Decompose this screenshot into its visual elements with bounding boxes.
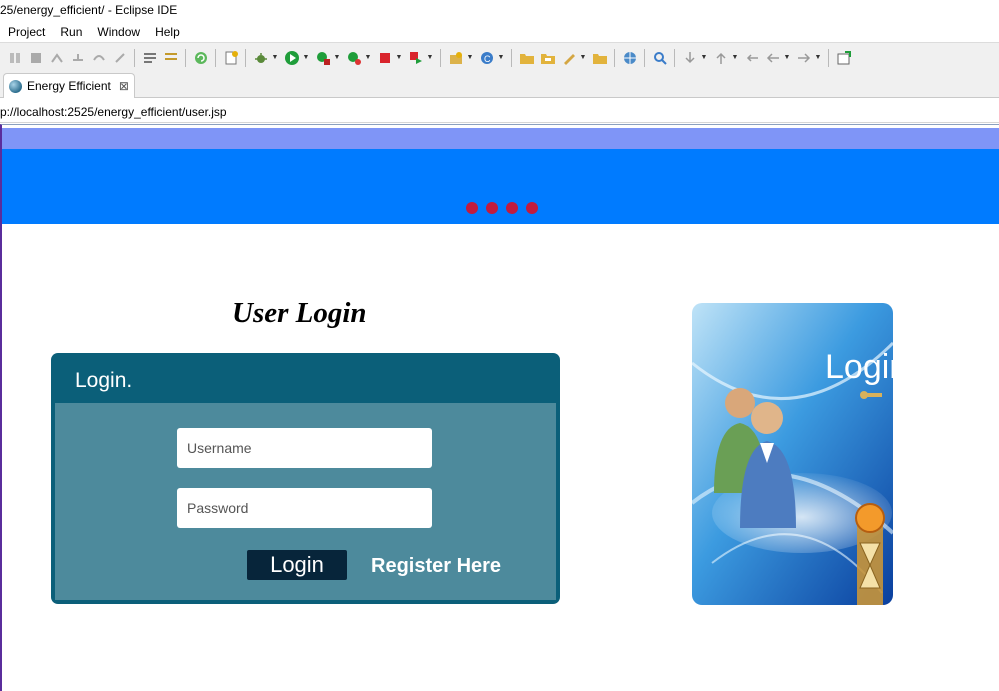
stop-server-dropdown-icon[interactable]: ▼ [395, 49, 403, 66]
toolbar: ▼ ▼ ▼ ▼ ▼ ▼ ▼ C ▼ ▼ ▼ ▼ ▼ ▼ [0, 42, 999, 72]
window-title: 25/energy_efficient/ - Eclipse IDE [0, 0, 999, 22]
dot-icon [506, 202, 518, 214]
password-field[interactable] [177, 488, 432, 528]
back-icon[interactable] [764, 49, 781, 66]
close-icon[interactable]: ⊠ [119, 79, 129, 93]
login-panel: Login. Login Register Here [51, 353, 560, 604]
new-icon[interactable] [222, 49, 239, 66]
pin-icon[interactable] [835, 49, 852, 66]
loading-dots [466, 202, 546, 214]
tab-label: Energy Efficient [27, 79, 111, 93]
new-class-dropdown-icon[interactable]: ▼ [497, 49, 505, 66]
url-field[interactable]: p://localhost:2525/energy_efficient/user… [0, 103, 999, 123]
forward-icon[interactable] [795, 49, 812, 66]
disconnect-icon[interactable] [48, 49, 65, 66]
last-edit-icon[interactable] [743, 49, 760, 66]
toolbar-separator [215, 48, 216, 67]
debug-icon[interactable] [252, 49, 269, 66]
menu-window[interactable]: Window [89, 25, 147, 39]
toolbar-separator [644, 48, 645, 67]
image-login-text: Login [825, 348, 893, 386]
menu-run[interactable]: Run [52, 25, 89, 39]
toolbar-separator [511, 48, 512, 67]
skip-icon[interactable] [6, 49, 23, 66]
profile-dropdown-icon[interactable]: ▼ [364, 49, 372, 66]
register-link[interactable]: Register Here [371, 555, 501, 578]
globe-icon [9, 79, 22, 93]
login-illustration: Login [692, 303, 893, 605]
refresh-icon[interactable] [192, 49, 209, 66]
toolbar-separator [440, 48, 441, 67]
login-button[interactable]: Login [247, 550, 347, 580]
coverage-icon[interactable] [314, 49, 331, 66]
folder-icon[interactable] [591, 49, 608, 66]
external-tools-dropdown-icon[interactable]: ▼ [426, 49, 434, 66]
username-field[interactable] [177, 428, 432, 468]
new-java-dropdown-icon[interactable]: ▼ [466, 49, 474, 66]
dot-icon [466, 202, 478, 214]
menu-project[interactable]: Project [0, 25, 52, 39]
prev-annotation-dropdown-icon[interactable]: ▼ [731, 49, 739, 66]
open-type-icon[interactable] [539, 49, 556, 66]
run-dropdown-icon[interactable]: ▼ [302, 49, 310, 66]
task-icon[interactable] [141, 49, 158, 66]
globe-icon[interactable] [621, 49, 638, 66]
pencil-icon[interactable] [560, 49, 577, 66]
login-form: Login Register Here [55, 403, 556, 600]
stop-server-icon[interactable] [376, 49, 393, 66]
next-annotation-icon[interactable] [681, 49, 698, 66]
toolbar-separator [828, 48, 829, 67]
external-tools-icon[interactable] [407, 49, 424, 66]
svg-text:C: C [484, 54, 491, 64]
forward-dropdown-icon[interactable]: ▼ [814, 49, 822, 66]
menu-help[interactable]: Help [147, 25, 187, 39]
stop-icon[interactable] [27, 49, 44, 66]
menu-bar: Project Run Window Help [0, 22, 999, 42]
debug-dropdown-icon[interactable]: ▼ [271, 49, 279, 66]
toolbar-separator [185, 48, 186, 67]
new-java-icon[interactable] [447, 49, 464, 66]
search-icon[interactable] [651, 49, 668, 66]
panel-title: Login. [75, 369, 133, 392]
back-dropdown-icon[interactable]: ▼ [783, 49, 791, 66]
browser-viewport: User Login Login. Login Register Here [0, 124, 999, 691]
format-icon[interactable] [162, 49, 179, 66]
page-heading: User Login [232, 297, 367, 329]
toolbar-separator [134, 48, 135, 67]
new-class-icon[interactable]: C [478, 49, 495, 66]
tab-energy-efficient[interactable]: Energy Efficient ⊠ [3, 73, 135, 98]
prev-annotation-icon[interactable] [712, 49, 729, 66]
editor-tab-bar: Energy Efficient ⊠ [0, 72, 999, 98]
header-banner [2, 149, 999, 224]
run-icon[interactable] [283, 49, 300, 66]
dot-icon [486, 202, 498, 214]
step-return-icon[interactable] [111, 49, 128, 66]
step-into-icon[interactable] [69, 49, 86, 66]
open-folder-icon[interactable] [518, 49, 535, 66]
step-over-icon[interactable] [90, 49, 107, 66]
coverage-dropdown-icon[interactable]: ▼ [333, 49, 341, 66]
toolbar-separator [614, 48, 615, 67]
profile-icon[interactable] [345, 49, 362, 66]
pencil-dropdown-icon[interactable]: ▼ [579, 49, 587, 66]
next-annotation-dropdown-icon[interactable]: ▼ [700, 49, 708, 66]
dot-icon [526, 202, 538, 214]
toolbar-separator [674, 48, 675, 67]
header-stripe [2, 128, 999, 149]
toolbar-separator [245, 48, 246, 67]
